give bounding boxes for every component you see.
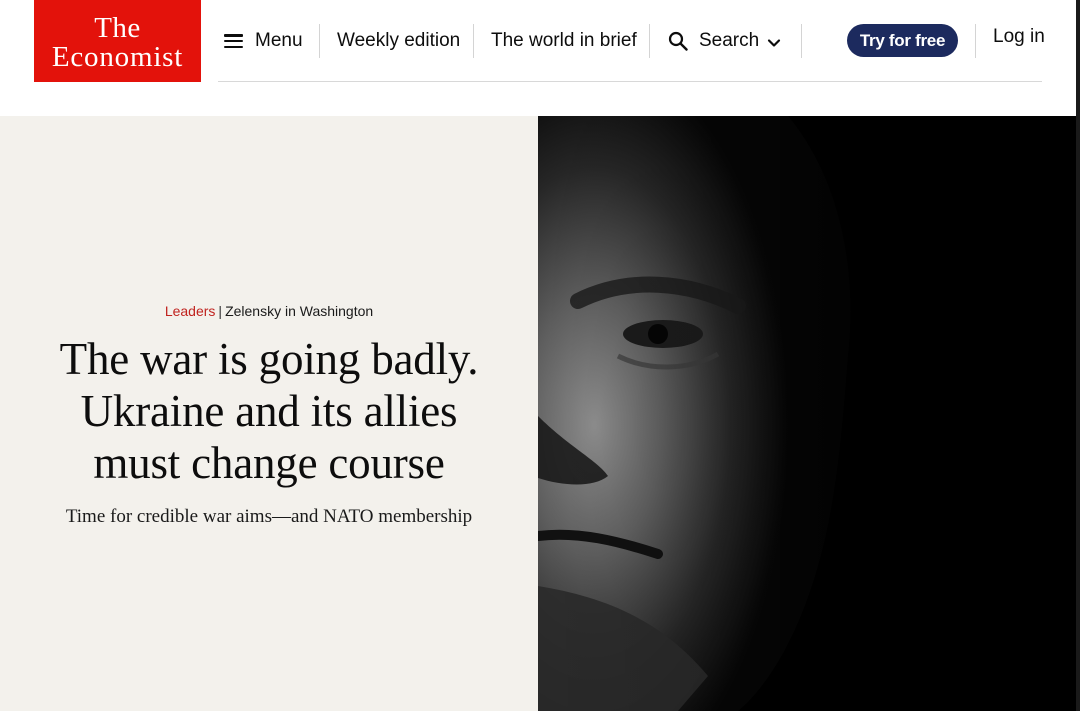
search-label: Search (699, 30, 760, 51)
headline-line: must change course (93, 438, 445, 488)
search-icon (668, 31, 688, 51)
economist-logo[interactable]: The Economist (34, 0, 201, 82)
world-in-brief-link[interactable]: The world in brief (491, 25, 637, 57)
logo-line-1: The (94, 12, 141, 44)
search-button[interactable]: Search (668, 25, 781, 57)
topic-label: Zelensky in Washington (225, 303, 374, 319)
site-header: The Economist Menu Weekly edition The wo… (0, 0, 1080, 116)
headline-line: Ukraine and its allies (80, 386, 458, 436)
weekly-edition-link[interactable]: Weekly edition (337, 25, 460, 57)
nav-divider (473, 24, 474, 58)
article-headline[interactable]: The war is going badly. Ukraine and its … (20, 333, 518, 489)
headline-line: The war is going badly. (59, 334, 479, 384)
nav-divider (975, 24, 976, 58)
kicker-divider: | (218, 303, 223, 319)
logo-line-2: Economist (51, 41, 184, 73)
page-scrollbar[interactable] (1076, 0, 1080, 711)
try-for-free-button[interactable]: Try for free (847, 24, 958, 57)
article-kicker: Leaders | Zelensky in Washington (0, 303, 538, 319)
portrait-photo (538, 116, 1076, 711)
log-in-link[interactable]: Log in (993, 26, 1045, 48)
section-link[interactable]: Leaders (165, 303, 216, 319)
lead-article-panel: Leaders | Zelensky in Washington The war i… (0, 116, 538, 711)
nav-divider (649, 24, 650, 58)
chevron-down-icon (767, 34, 781, 48)
menu-label: Menu (255, 30, 303, 51)
menu-button[interactable]: Menu (224, 25, 303, 57)
nav-divider (319, 24, 320, 58)
menu-icon (224, 34, 243, 48)
lead-article-photo[interactable] (538, 116, 1076, 711)
article-subheadline: Time for credible war aims—and NATO memb… (65, 506, 473, 527)
nav-divider (801, 24, 802, 58)
